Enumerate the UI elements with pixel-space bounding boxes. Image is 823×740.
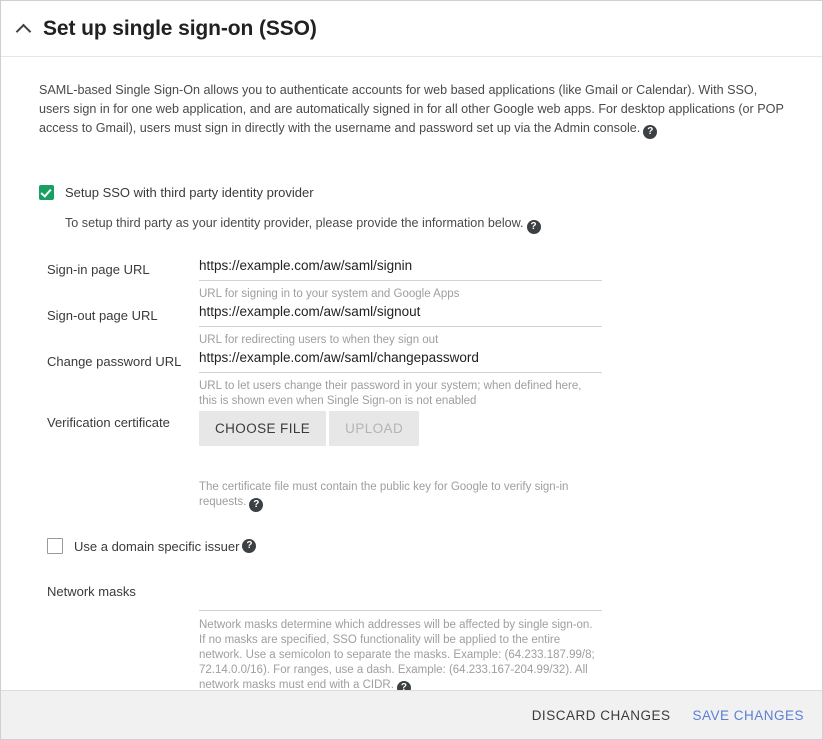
network-masks-hint: Network masks determine which addresses … xyxy=(199,611,602,695)
sso-note-text: To setup third party as your identity pr… xyxy=(65,216,524,230)
field-hint: URL to let users change their password i… xyxy=(199,380,582,407)
checkbox-setup-sso[interactable] xyxy=(39,185,54,200)
certificate-hint-row: The certificate file must contain the pu… xyxy=(39,474,784,512)
panel-header: Set up single sign-on (SSO) xyxy=(1,1,822,57)
certificate-hint: The certificate file must contain the pu… xyxy=(199,474,602,512)
field-signin-page-url: Sign-in page URL URL for signing in to y… xyxy=(39,256,784,302)
checkbox-setup-sso-label: Setup SSO with third party identity prov… xyxy=(65,185,314,200)
checkbox-domain-specific-issuer-label: Use a domain specific issuer xyxy=(74,538,240,554)
sso-settings-panel: Set up single sign-on (SSO) SAML-based S… xyxy=(0,0,823,740)
field-label: Sign-out page URL xyxy=(47,308,158,323)
field-hint: URL for redirecting users to when they s… xyxy=(199,334,439,346)
network-masks-hint-text: Network masks determine which addresses … xyxy=(199,619,595,691)
domain-issuer-row[interactable]: Use a domain specific issuer ? xyxy=(39,538,784,554)
discard-changes-button[interactable]: DISCARD CHANGES xyxy=(532,708,671,723)
field-signout-page-url: Sign-out page URL URL for redirecting us… xyxy=(39,302,784,348)
field-label: Verification certificate xyxy=(47,415,170,430)
field-label: Sign-in page URL xyxy=(47,262,150,277)
signout-url-input[interactable] xyxy=(199,302,602,327)
spacer-label xyxy=(39,474,199,512)
sso-enable-row[interactable]: Setup SSO with third party identity prov… xyxy=(39,185,784,200)
change-password-url-input[interactable] xyxy=(199,348,602,373)
sso-note: To setup third party as your identity pr… xyxy=(65,216,784,234)
field-hint: URL for signing in to your system and Go… xyxy=(199,288,460,300)
field-change-password-url: Change password URL URL to let users cha… xyxy=(39,348,784,409)
intro-paragraph: SAML-based Single Sign-On allows you to … xyxy=(39,81,784,139)
field-label: Change password URL xyxy=(47,354,182,369)
field-verification-certificate: Verification certificate CHOOSE FILE UPL… xyxy=(39,409,784,446)
checkbox-domain-specific-issuer[interactable] xyxy=(47,538,63,554)
upload-button[interactable]: UPLOAD xyxy=(329,411,420,446)
save-changes-button[interactable]: SAVE CHANGES xyxy=(692,708,804,723)
help-icon[interactable]: ? xyxy=(242,539,257,553)
chevron-up-icon[interactable] xyxy=(15,19,35,39)
panel-footer: DISCARD CHANGES SAVE CHANGES xyxy=(1,690,822,739)
choose-file-button[interactable]: CHOOSE FILE xyxy=(199,411,327,446)
field-network-masks: Network masks Network masks determine wh… xyxy=(39,578,784,695)
page-title: Set up single sign-on (SSO) xyxy=(43,16,317,40)
field-label: Network masks xyxy=(47,584,136,599)
signin-url-input[interactable] xyxy=(199,256,602,281)
help-icon[interactable]: ? xyxy=(249,498,264,512)
certificate-buttons: CHOOSE FILE UPLOAD xyxy=(199,409,602,446)
help-icon[interactable]: ? xyxy=(643,125,658,139)
help-icon[interactable]: ? xyxy=(526,220,541,234)
network-masks-input[interactable] xyxy=(199,586,602,611)
panel-body: SAML-based Single Sign-On allows you to … xyxy=(1,57,822,695)
sso-form: Sign-in page URL URL for signing in to y… xyxy=(39,256,784,695)
intro-text: SAML-based Single Sign-On allows you to … xyxy=(39,83,784,135)
